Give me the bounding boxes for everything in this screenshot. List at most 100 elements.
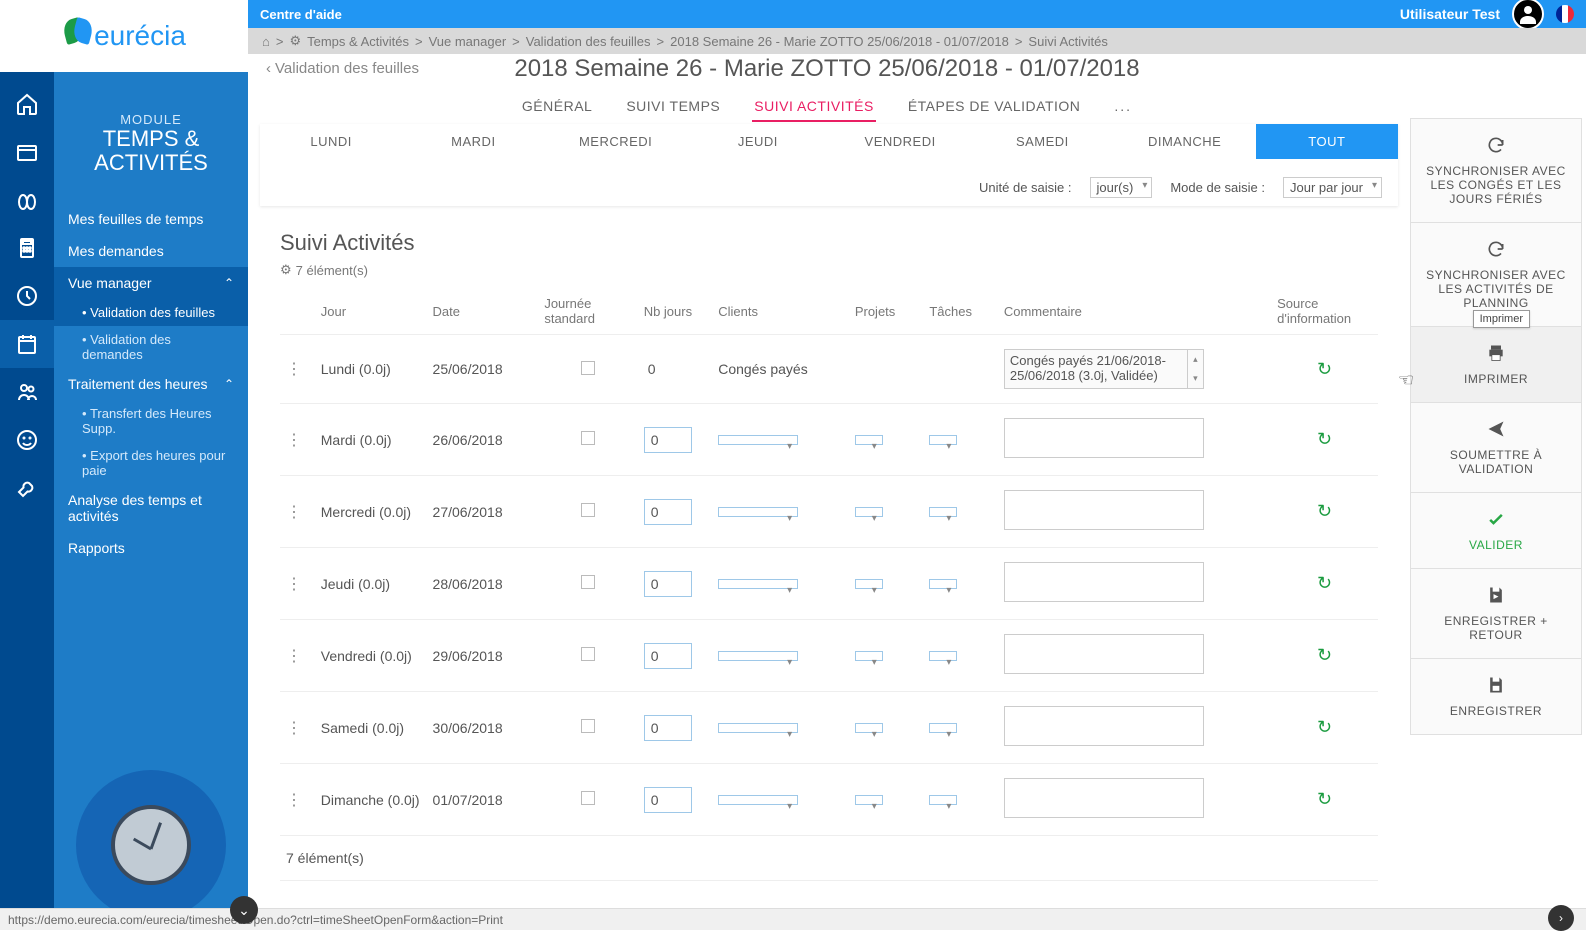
tab-etapes-validation[interactable]: ÉTAPES DE VALIDATION [906,92,1083,122]
sidebar-item[interactable]: Mes demandes [54,235,248,267]
project-dropdown[interactable] [855,795,883,805]
nb-input[interactable] [644,715,692,741]
scroll-down-icon[interactable]: ▾ [1188,369,1203,388]
project-dropdown[interactable] [855,651,883,661]
rail-clock-icon[interactable] [0,272,54,320]
standard-checkbox[interactable] [581,503,595,517]
nb-input[interactable] [644,643,692,669]
home-icon[interactable]: ⌂ [262,34,270,49]
drag-icon[interactable]: ⋮ [286,576,302,593]
rail-folder-icon[interactable] [0,128,54,176]
comment-input[interactable] [1004,778,1204,818]
tab-more[interactable]: ... [1112,92,1134,122]
comment-input[interactable] [1004,418,1204,458]
gear-icon[interactable]: ⚙ [280,262,292,278]
tab-suivi-activites[interactable]: SUIVI ACTIVITÉS [752,92,876,122]
task-dropdown[interactable] [929,507,957,517]
action-save[interactable]: ENREGISTRER [1410,659,1582,735]
drag-icon[interactable]: ⋮ [286,720,302,737]
project-dropdown[interactable] [855,579,883,589]
rail-wrench-icon[interactable] [0,464,54,512]
client-dropdown[interactable] [718,795,798,805]
client-dropdown[interactable] [718,651,798,661]
comment-input[interactable] [1004,562,1204,602]
settings-icon[interactable]: ⚙ [289,33,301,49]
project-dropdown[interactable] [855,723,883,733]
next-button[interactable]: › [1548,905,1574,931]
tab-suivi-temps[interactable]: SUIVI TEMPS [624,92,722,122]
tab-general[interactable]: GÉNÉRAL [520,92,594,122]
nb-input[interactable] [644,427,692,453]
sync-icon[interactable]: ↻ [1317,429,1332,449]
drag-icon[interactable]: ⋮ [286,504,302,521]
rail-sandals-icon[interactable] [0,176,54,224]
standard-checkbox[interactable] [581,361,595,375]
sidebar-item[interactable]: Vue manager⌃ [54,267,248,299]
nb-input[interactable] [644,787,692,813]
nb-input[interactable] [644,571,692,597]
task-dropdown[interactable] [929,579,957,589]
drag-icon[interactable]: ⋮ [286,361,302,378]
client-dropdown[interactable] [718,579,798,589]
client-dropdown[interactable] [718,435,798,445]
nb-input[interactable] [644,499,692,525]
daytab[interactable]: JEUDI [687,124,829,159]
sidebar-item[interactable]: Analyse des temps et activités [54,484,248,532]
daytab[interactable]: LUNDI [260,124,402,159]
rail-people-icon[interactable] [0,368,54,416]
standard-checkbox[interactable] [581,575,595,589]
scroll-up-icon[interactable]: ▴ [1188,350,1203,369]
sidebar-sub-item[interactable]: Transfert des Heures Supp. [54,400,248,442]
user-name[interactable]: Utilisateur Test [1400,6,1500,22]
mode-select[interactable]: Jour par jour [1283,177,1382,198]
action-save-return[interactable]: ENREGISTRER + RETOUR [1410,569,1582,659]
sync-icon[interactable]: ↻ [1317,717,1332,737]
project-dropdown[interactable] [855,507,883,517]
action-print[interactable]: IMPRIMER [1410,327,1582,403]
sync-icon[interactable]: ↻ [1317,501,1332,521]
rail-smile-icon[interactable] [0,416,54,464]
task-dropdown[interactable] [929,723,957,733]
drag-icon[interactable]: ⋮ [286,432,302,449]
rail-home-icon[interactable] [0,80,54,128]
daytab-tout[interactable]: TOUT [1256,124,1398,159]
sync-icon[interactable]: ↻ [1317,573,1332,593]
sync-icon[interactable]: ↻ [1317,359,1332,379]
scroll-down-button[interactable]: ⌄ [230,896,258,924]
task-dropdown[interactable] [929,651,957,661]
action-sync[interactable]: SYNCHRONISER AVEC LES CONGÉS ET LES JOUR… [1410,118,1582,223]
standard-checkbox[interactable] [581,791,595,805]
task-dropdown[interactable] [929,435,957,445]
sidebar-sub-item[interactable]: Export des heures pour paie [54,442,248,484]
help-link[interactable]: Centre d'aide [260,7,342,22]
daytab[interactable]: DIMANCHE [1114,124,1256,159]
client-dropdown[interactable] [718,723,798,733]
rail-calculator-icon[interactable] [0,224,54,272]
breadcrumb-item[interactable]: Vue manager [429,34,507,49]
avatar[interactable] [1512,0,1544,30]
daytab[interactable]: MARDI [402,124,544,159]
logo[interactable]: eurécia [0,0,248,72]
drag-icon[interactable]: ⋮ [286,792,302,809]
standard-checkbox[interactable] [581,719,595,733]
sync-icon[interactable]: ↻ [1317,645,1332,665]
unit-select[interactable]: jour(s) [1090,177,1153,198]
breadcrumb-item[interactable]: 2018 Semaine 26 - Marie ZOTTO 25/06/2018… [670,34,1009,49]
sidebar-sub-item[interactable]: Validation des demandes [54,326,248,368]
client-dropdown[interactable] [718,507,798,517]
breadcrumb-item[interactable]: Temps & Activités [307,34,409,49]
comment-input[interactable] [1004,634,1204,674]
action-check[interactable]: VALIDER [1410,493,1582,569]
sidebar-item[interactable]: Traitement des heures⌃ [54,368,248,400]
standard-checkbox[interactable] [581,431,595,445]
daytab[interactable]: VENDREDI [829,124,971,159]
task-dropdown[interactable] [929,795,957,805]
project-dropdown[interactable] [855,435,883,445]
drag-icon[interactable]: ⋮ [286,648,302,665]
rail-calendar-icon[interactable] [0,320,54,368]
comment-input[interactable] [1004,490,1204,530]
action-send[interactable]: SOUMETTRE À VALIDATION [1410,403,1582,493]
standard-checkbox[interactable] [581,647,595,661]
breadcrumb-item[interactable]: Validation des feuilles [526,34,651,49]
comment-input[interactable] [1004,706,1204,746]
